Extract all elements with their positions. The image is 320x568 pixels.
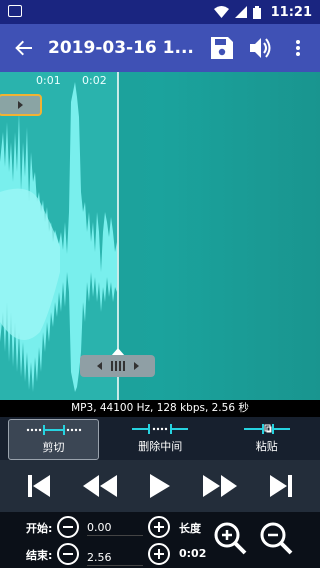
start-increase-button[interactable] xyxy=(148,516,170,538)
volume-icon xyxy=(250,38,271,58)
clock: 11:21 xyxy=(270,4,312,20)
zoom-in-button[interactable] xyxy=(212,520,248,556)
paste-button[interactable]: 粘贴 xyxy=(214,417,320,460)
page-title: 2019-03-16 1... xyxy=(48,38,194,58)
start-input[interactable]: 0.00 xyxy=(87,520,143,536)
waveform-view[interactable]: 0:01 0:02 xyxy=(0,72,320,400)
time-mark-2: 0:02 xyxy=(82,74,107,87)
delete-middle-label: 删除中间 xyxy=(138,439,183,453)
save-button[interactable] xyxy=(202,24,242,72)
arrow-left-icon xyxy=(96,362,102,370)
zoom-out-button[interactable] xyxy=(258,520,294,556)
time-mark-1: 0:01 xyxy=(36,74,61,87)
volume-button[interactable] xyxy=(242,24,282,72)
signal-icon xyxy=(234,6,247,18)
status-icons: 11:21 xyxy=(213,0,312,24)
play-button[interactable] xyxy=(135,461,185,511)
edit-toolbar: 剪切 删除中间 粘贴 xyxy=(0,417,320,460)
end-label: 结束: xyxy=(26,549,53,562)
waveform xyxy=(0,72,119,400)
cut-button[interactable]: 剪切 xyxy=(8,419,99,460)
notification-icon xyxy=(8,5,22,17)
rewind-icon xyxy=(83,475,117,497)
rewind-button[interactable] xyxy=(75,461,125,511)
start-marker-handle[interactable] xyxy=(0,94,42,116)
start-label: 开始: xyxy=(26,522,53,535)
length-value: 0:02 xyxy=(179,547,207,560)
start-decrease-button[interactable] xyxy=(57,516,79,538)
back-button[interactable] xyxy=(0,24,48,72)
end-decrease-button[interactable] xyxy=(57,543,79,565)
skip-next-icon xyxy=(270,475,292,497)
playback-controls xyxy=(0,460,320,512)
app-toolbar: 2019-03-16 1... xyxy=(0,24,320,72)
fast-forward-icon xyxy=(203,475,237,497)
length-label: 长度 xyxy=(179,522,201,535)
arrow-right-icon xyxy=(18,101,23,109)
arrow-back-icon xyxy=(15,40,32,56)
status-bar: 11:21 xyxy=(0,0,320,24)
skip-to-end-button[interactable] xyxy=(255,461,305,511)
skip-previous-icon xyxy=(28,475,50,497)
end-input[interactable]: 2.56 xyxy=(87,550,143,566)
grip-icon xyxy=(110,361,125,371)
more-options-button[interactable] xyxy=(282,24,314,72)
end-marker-handle[interactable] xyxy=(80,355,155,377)
range-panel: 开始: 0.00 结束: 2.56 长度 0:02 xyxy=(0,512,320,568)
paste-label: 粘贴 xyxy=(255,439,278,453)
delete-middle-button[interactable]: 删除中间 xyxy=(107,417,214,460)
more-vert-icon xyxy=(296,40,300,56)
audio-info: MP3, 44100 Hz, 128 kbps, 2.56 秒 xyxy=(0,400,320,417)
save-icon xyxy=(211,37,233,59)
cut-label: 剪切 xyxy=(42,440,65,454)
arrow-right-icon xyxy=(133,362,139,370)
delete-middle-icon xyxy=(132,423,189,434)
cut-icon xyxy=(26,424,81,435)
play-icon xyxy=(150,474,170,498)
paste-icon xyxy=(243,423,290,434)
end-increase-button[interactable] xyxy=(148,543,170,565)
skip-to-start-button[interactable] xyxy=(15,461,65,511)
battery-icon xyxy=(252,5,261,19)
wifi-icon xyxy=(213,6,229,18)
fast-forward-button[interactable] xyxy=(195,461,245,511)
